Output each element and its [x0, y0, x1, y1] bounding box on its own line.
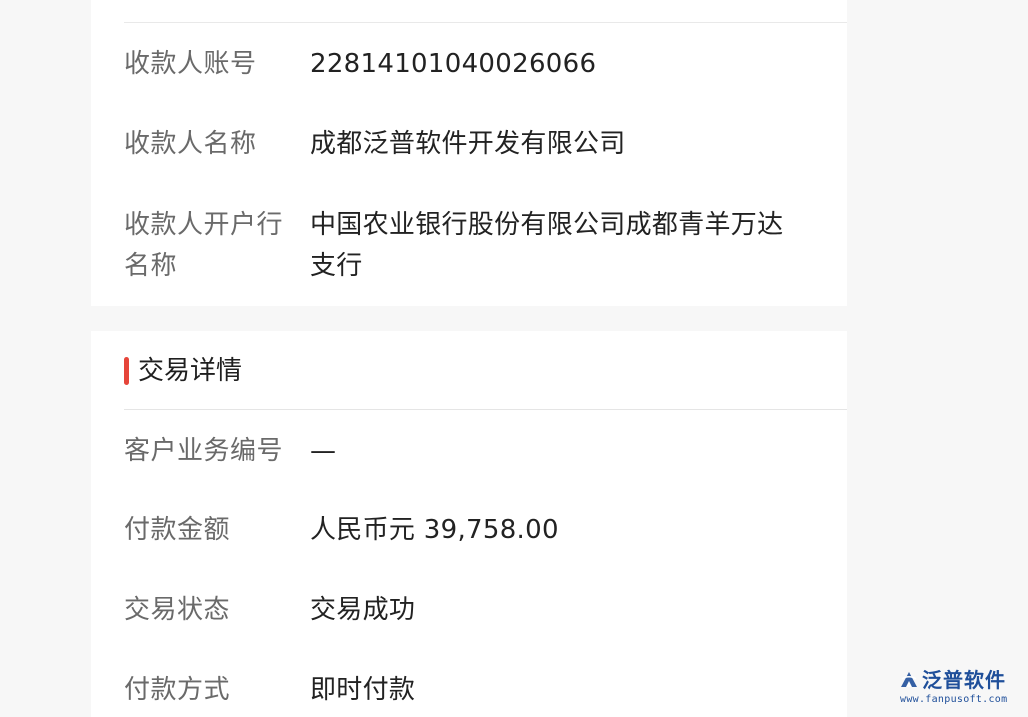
status-row: 交易状态 交易成功	[124, 590, 827, 631]
watermark-name: 泛普软件	[922, 668, 1006, 692]
watermark-url: www.fanpusoft.com	[900, 694, 1008, 705]
status-value: 交易成功	[310, 595, 416, 625]
payee-account-value: 22814101040026066	[310, 49, 597, 79]
section-accent-bar	[124, 357, 129, 385]
amount-value: 人民币元 39,758.00	[310, 515, 559, 545]
customer-ref-row: 客户业务编号 —	[124, 431, 827, 472]
payee-name-row: 收款人名称 成都泛普软件开发有限公司	[124, 124, 827, 165]
card-divider	[124, 22, 847, 23]
section-title: 交易详情	[138, 356, 243, 386]
status-label: 交易状态	[124, 595, 231, 625]
payment-method-value: 即时付款	[310, 675, 416, 705]
fanpusoft-watermark: 泛普软件 www.fanpusoft.com	[898, 668, 1018, 707]
payee-bank-row: 收款人开户行名称 中国农业银行股份有限公司成都青羊万达支行	[124, 205, 827, 287]
payee-bank-value: 中国农业银行股份有限公司成都青羊万达支行	[310, 210, 784, 281]
screen: 收款人账号 22814101040026066 收款人名称 成都泛普软件开发有限…	[0, 0, 1028, 717]
payee-card: 收款人账号 22814101040026066 收款人名称 成都泛普软件开发有限…	[91, 0, 847, 306]
customer-ref-label: 客户业务编号	[124, 436, 284, 466]
payment-method-row: 付款方式 即时付款	[124, 670, 827, 711]
payee-name-label: 收款人名称	[124, 129, 257, 159]
transaction-card: 交易详情 客户业务编号 — 付款金额 人民币元 39,758.00 交易状态 交…	[91, 331, 847, 717]
fanpu-logo-icon	[901, 672, 917, 687]
section-divider	[124, 409, 847, 410]
payee-bank-label: 收款人开户行名称	[124, 210, 284, 281]
amount-row: 付款金额 人民币元 39,758.00	[124, 510, 827, 551]
customer-ref-value: —	[310, 436, 337, 466]
amount-label: 付款金额	[124, 515, 231, 545]
payee-account-row: 收款人账号 22814101040026066	[124, 44, 827, 85]
payee-account-label: 收款人账号	[124, 49, 257, 79]
payment-method-label: 付款方式	[124, 675, 231, 705]
payee-name-value: 成都泛普软件开发有限公司	[310, 129, 626, 159]
